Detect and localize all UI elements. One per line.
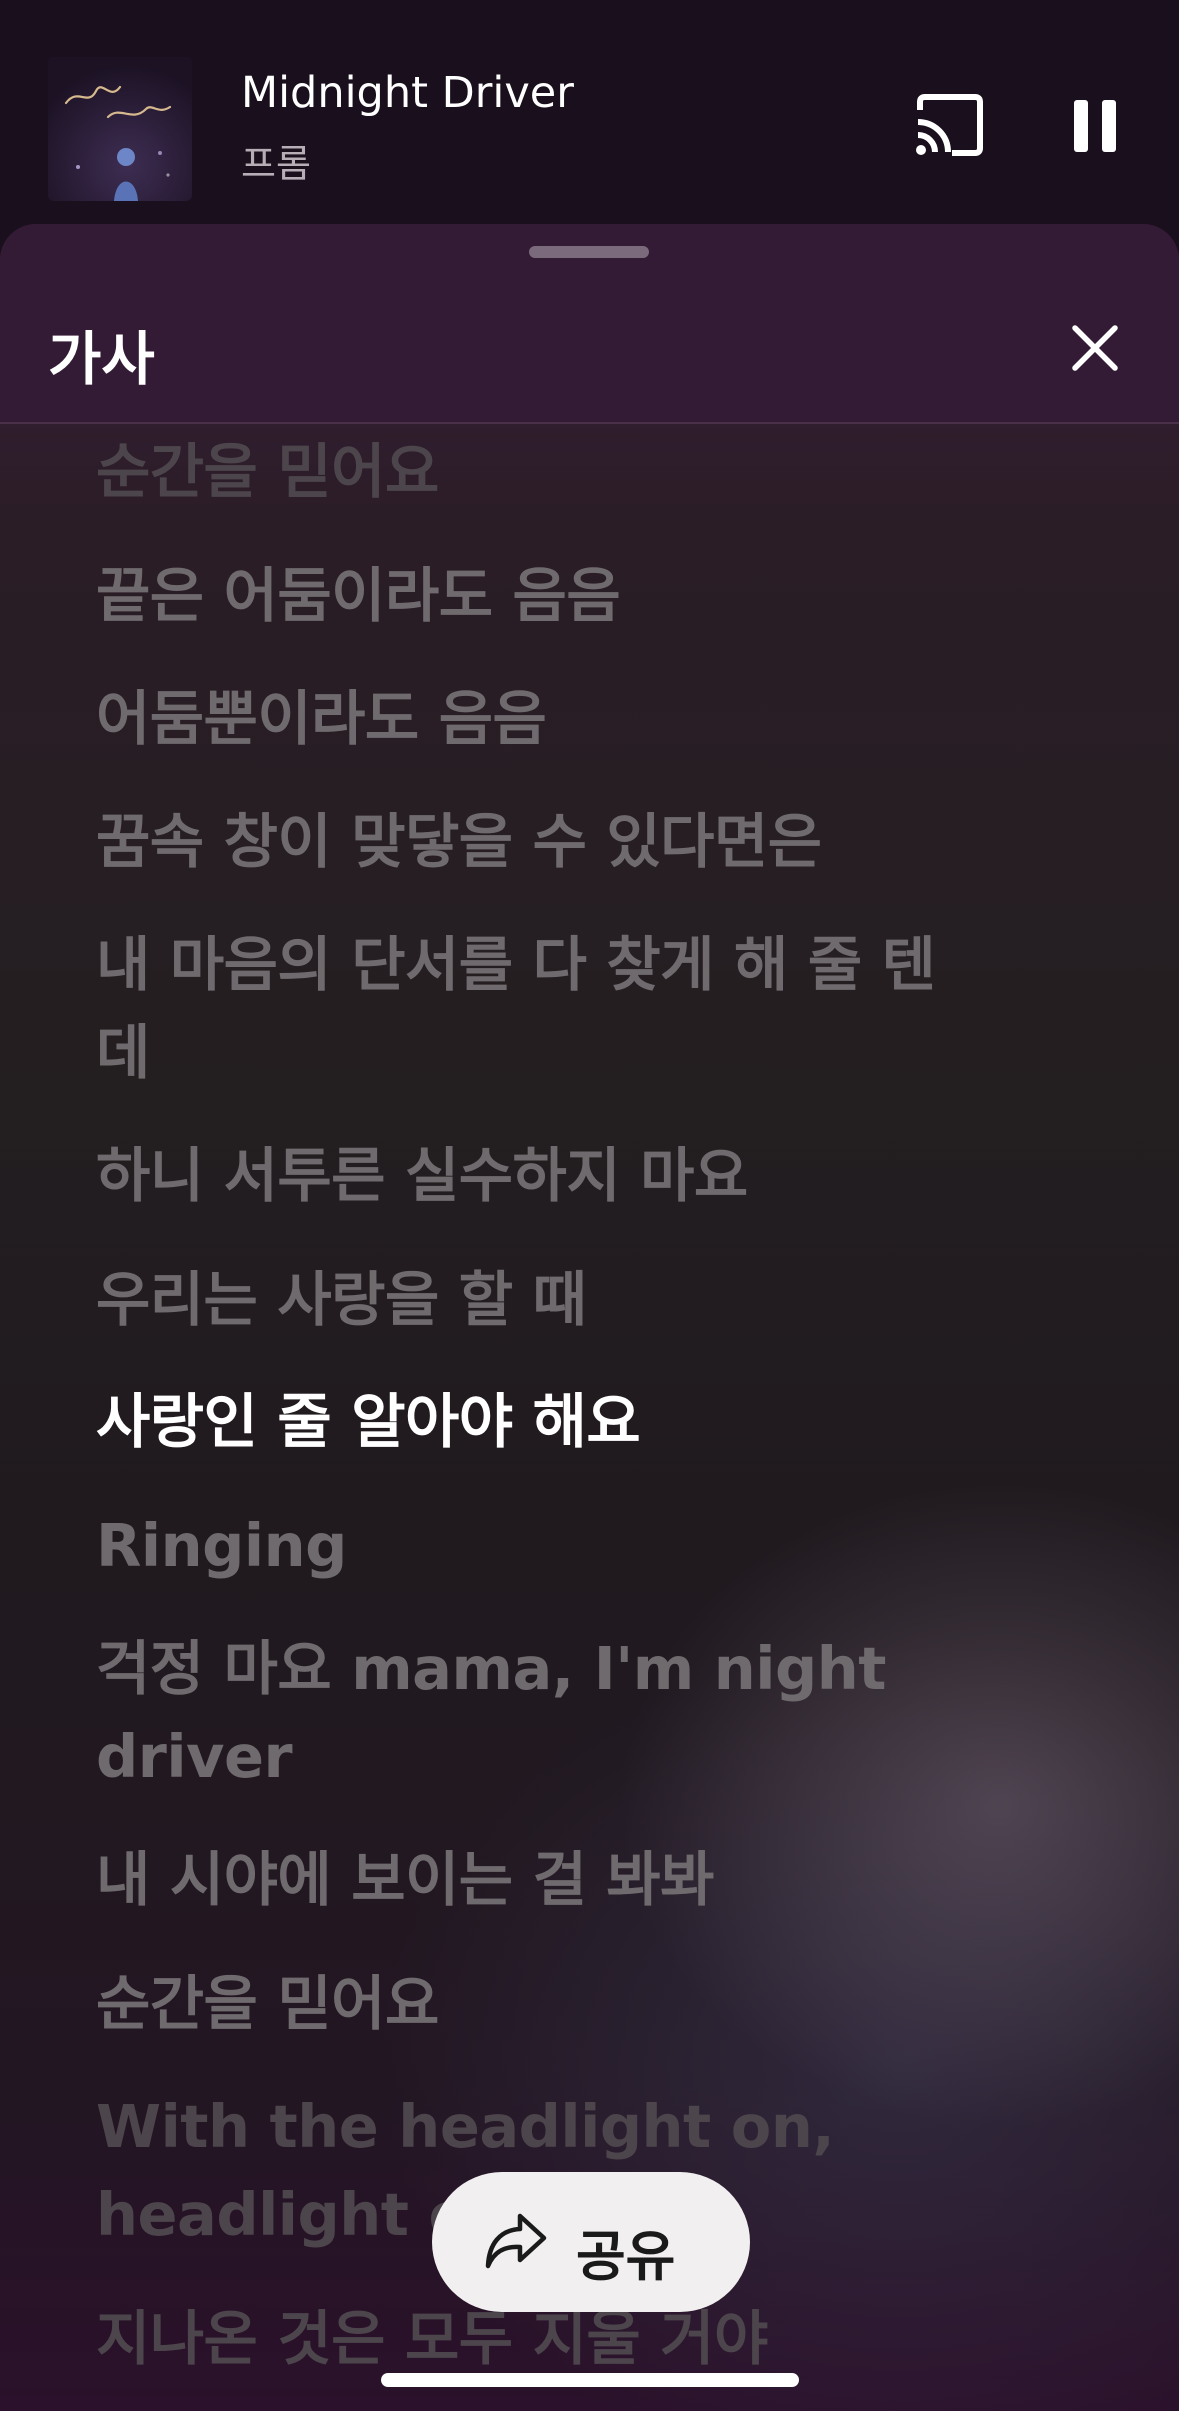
- cast-icon: [916, 94, 983, 156]
- track-artist: 프롬: [241, 142, 311, 186]
- lyrics-title: 가사: [48, 325, 155, 393]
- lyric-line[interactable]: Ringing: [96, 1502, 1056, 1590]
- lyric-line[interactable]: 데: [96, 1009, 1056, 1097]
- album-art[interactable]: [48, 57, 192, 201]
- lyric-line[interactable]: 우리는 사랑을 할 때: [96, 1256, 1056, 1344]
- track-title: Midnight Driver: [241, 68, 574, 118]
- close-button[interactable]: [1069, 322, 1121, 374]
- lyric-line[interactable]: driver: [96, 1713, 1056, 1801]
- lyric-line-active[interactable]: 사랑인 줄 알아야 해요: [96, 1378, 1056, 1466]
- album-art-image: [48, 57, 192, 201]
- lyric-line[interactable]: 하니 서투른 실수하지 마요: [96, 1132, 1056, 1220]
- pause-button[interactable]: [1068, 94, 1122, 158]
- lyrics-header: 가사: [0, 224, 1179, 424]
- lyric-line[interactable]: With the headlight on,: [96, 2083, 1056, 2171]
- share-icon: [485, 2213, 547, 2269]
- drag-handle[interactable]: [529, 246, 649, 258]
- pause-icon: [1074, 100, 1116, 152]
- close-icon: [1072, 325, 1118, 371]
- mini-player[interactable]: Midnight Driver 프롬: [0, 0, 1179, 225]
- home-indicator[interactable]: [381, 2373, 799, 2387]
- lyric-line[interactable]: 순간을 믿어요: [96, 1960, 1056, 2048]
- lyric-line[interactable]: 꿈속 창이 맞닿을 수 있다면은: [96, 798, 1056, 886]
- share-label: 공유: [576, 2225, 676, 2288]
- lyric-line[interactable]: 내 마음의 단서를 다 찾게 해 줄 텐: [96, 921, 1056, 1009]
- lyric-line[interactable]: 어둠뿐이라도 음음: [96, 675, 1056, 763]
- cast-button[interactable]: [912, 92, 988, 158]
- share-button[interactable]: 공유: [432, 2172, 750, 2312]
- lyric-line[interactable]: 걱정 마요 mama, I'm night: [96, 1625, 1056, 1713]
- lyric-line[interactable]: 내 시야에 보이는 걸 봐봐: [96, 1836, 1056, 1924]
- lyrics-sheet: 가사 순간을 믿어요 끝은 어둠이라도 음음 어둠뿐이라도 음음 꿈속 창이 맞…: [0, 224, 1179, 2411]
- lyric-line[interactable]: 끝은 어둠이라도 음음: [96, 552, 1056, 640]
- lyric-line[interactable]: 순간을 믿어요: [96, 428, 1056, 516]
- lyrics-screen: Midnight Driver 프롬 가사 순간을 믿어요 끝은 어둠이라도 음…: [0, 0, 1179, 2411]
